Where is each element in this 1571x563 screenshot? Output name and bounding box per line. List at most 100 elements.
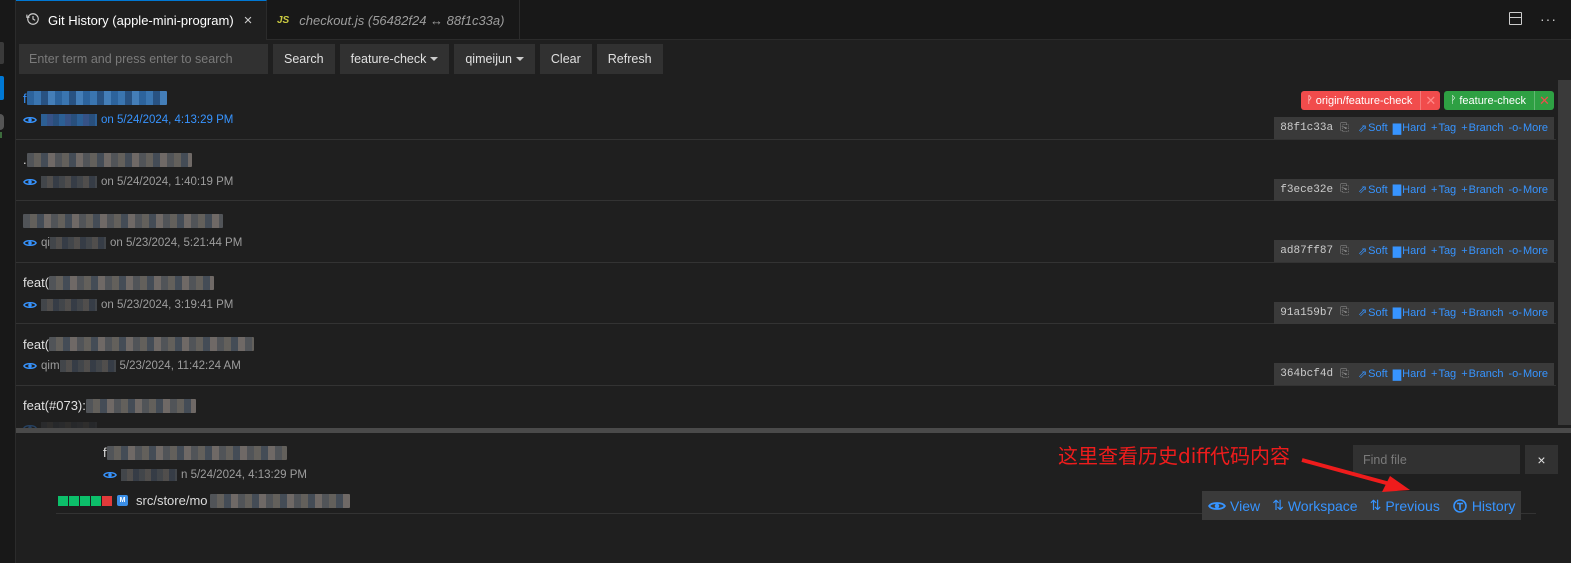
tab-checkout-js[interactable]: JS checkout.js (56482f24 ↔ 88f1c33a) [267,0,520,40]
stat-addition [80,495,90,506]
history-icon [26,12,40,29]
obscured-text [106,445,287,460]
commit-date: on 5/24/2024, 4:13:29 PM [101,114,234,126]
author-dropdown[interactable]: qimeijun [454,44,535,74]
more-button[interactable]: -o- More [1508,368,1548,380]
commit-hash[interactable]: 364bcf4d [1280,368,1333,380]
add-tag-button[interactable]: + Tag [1431,122,1456,134]
commit-message[interactable]: feat(#073): [23,398,196,414]
commit-hash[interactable]: 88f1c33a [1280,122,1333,134]
add-branch-button[interactable]: + Branch [1461,307,1503,319]
more-button[interactable]: -o- More [1508,184,1548,196]
commit-hash[interactable]: 91a159b7 [1280,307,1333,319]
author-name[interactable]: qi [41,237,50,249]
soft-reset-button[interactable]: ⇗ Soft [1358,245,1388,258]
activity-item-active[interactable] [0,76,4,100]
more-button[interactable]: -o- More [1508,245,1548,257]
eye-icon[interactable] [23,361,37,371]
soft-reset-button[interactable]: ⇗ Soft [1358,306,1388,320]
hard-reset-button[interactable]: ▇ Hard [1393,183,1426,197]
file-history-button[interactable]: History [1452,498,1515,514]
add-tag-button[interactable]: + Tag [1431,184,1456,196]
commit-row[interactable]: . on 5/24/2024, 1:40:19 PM f3ece32e ⎘ ⇗ S… [16,140,1556,201]
tab-git-history[interactable]: Git History (apple-mini-program) × [16,0,267,40]
tab-bar: Git History (apple-mini-program) × JS ch… [16,0,1571,40]
branch-dropdown[interactable]: feature-check [339,44,450,74]
commit-message[interactable]: f [23,90,167,106]
commit-message[interactable] [23,213,223,229]
add-branch-button[interactable]: + Branch [1461,184,1503,196]
commit-hash[interactable]: ad87ff87 [1280,245,1333,257]
remove-ref-icon[interactable]: ✕ [1534,91,1554,110]
add-tag-button[interactable]: + Tag [1431,368,1456,380]
branch-label: Branch [1468,245,1504,257]
commit-message[interactable]: feat( [23,275,215,291]
close-icon[interactable]: × [244,12,253,29]
hard-label: Hard [1402,183,1426,196]
copy-icon[interactable]: ⎘ [1340,183,1349,196]
plus-icon: + [1431,183,1438,196]
soft-reset-button[interactable]: ⇗ Soft [1358,368,1388,381]
hard-reset-button[interactable]: ▇ Hard [1393,122,1426,135]
stat-addition [91,495,101,506]
commit-message[interactable]: feat( [23,336,255,352]
add-tag-button[interactable]: + Tag [1431,245,1456,257]
eye-icon[interactable] [23,238,37,248]
ref-badge-remote[interactable]: ᚹ origin/feature-check ✕ [1300,91,1441,110]
eye-icon[interactable] [23,300,37,310]
eye-icon[interactable] [23,177,37,187]
copy-icon[interactable]: ⎘ [1340,306,1349,319]
commit-hash[interactable]: f3ece32e [1280,184,1333,196]
more-button[interactable]: -o- More [1508,122,1548,134]
commit-meta: on 5/24/2024, 1:40:19 PM [23,175,233,188]
detail-date: n 5/24/2024, 4:13:29 PM [181,469,307,481]
soft-reset-button[interactable]: ⇗ Soft [1358,122,1388,135]
vertical-scrollbar[interactable] [1558,80,1571,425]
remove-ref-icon[interactable]: ✕ [1420,91,1440,110]
more-button[interactable]: -o- More [1508,307,1548,319]
hard-reset-button[interactable]: ▇ Hard [1393,306,1426,320]
commit-row[interactable]: f on 5/24/2024, 4:13:29 PM ᚹ origin/featu… [16,78,1556,140]
split-editor-icon[interactable] [1509,12,1522,25]
clear-button[interactable]: Clear [539,44,592,74]
commit-row[interactable]: feat(#073): ⎘ ⇗Soft ▇Hard +Tag +Branch -… [16,386,1556,428]
author-name[interactable]: qim [41,360,60,372]
commit-row[interactable]: feat( qim 5/23/2024, 11:42:24 AM 364bcf4… [16,324,1556,386]
refresh-button[interactable]: Refresh [596,44,663,74]
commit-actions: ad87ff87 ⎘ ⇗ Soft ▇ Hard + Tag + Branch -o- M… [1274,240,1554,262]
more-actions-icon[interactable]: ··· [1540,12,1557,26]
changed-file-row[interactable]: M src/store/mo [58,493,350,508]
file-path[interactable]: src/store/mo [136,493,208,508]
close-icon[interactable]: × [1525,445,1558,474]
ref-badge-local[interactable]: ᚹ feature-check ✕ [1444,91,1554,110]
stat-deletion [102,495,112,506]
more-label: More [1522,368,1548,380]
search-button[interactable]: Search [273,44,335,74]
obscured-text [209,493,350,508]
hard-reset-button[interactable]: ▇ Hard [1393,368,1426,381]
add-branch-button[interactable]: + Branch [1461,368,1503,380]
add-branch-button[interactable]: + Branch [1461,122,1503,134]
commit-row[interactable]: qi on 5/23/2024, 5:21:44 PM ad87ff87 ⎘ ⇗… [16,201,1556,263]
copy-icon[interactable]: ⎘ [1340,368,1349,381]
eye-icon[interactable] [23,115,37,125]
copy-icon[interactable]: ⎘ [1340,122,1349,135]
history-icon [1453,498,1467,513]
search-input[interactable] [19,44,268,74]
copy-icon[interactable]: ⎘ [1340,245,1349,258]
tab-label: Git History (apple-mini-program) [48,13,234,28]
stat-addition [58,495,68,506]
activity-item[interactable] [0,114,4,130]
hard-reset-button[interactable]: ▇ Hard [1393,245,1426,258]
tag-label: Tag [1438,368,1457,380]
commit-meta: on 5/23/2024, 3:19:41 PM [23,298,233,311]
add-branch-button[interactable]: + Branch [1461,245,1503,257]
obscured-text [26,91,167,105]
activity-bar [0,0,16,563]
eye-icon[interactable] [103,470,117,480]
commit-row[interactable]: feat( on 5/23/2024, 3:19:41 PM 91a159b7 … [16,263,1556,324]
commit-message[interactable]: . [23,152,192,168]
activity-item[interactable] [0,42,4,64]
soft-reset-button[interactable]: ⇗ Soft [1358,183,1388,197]
add-tag-button[interactable]: + Tag [1431,307,1456,319]
